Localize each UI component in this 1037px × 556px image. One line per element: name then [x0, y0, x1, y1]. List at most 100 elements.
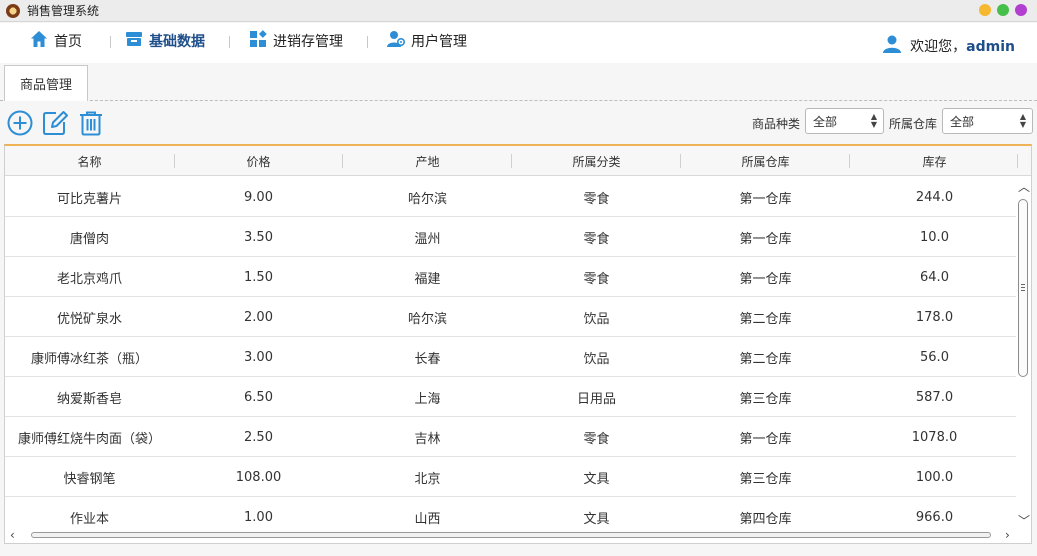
cell-category: 零食 [583, 431, 610, 447]
main-nav: 首页 基础数据 进销存管理 用户管理 欢迎您，admin [0, 23, 1037, 63]
cell-origin: 山西 [414, 511, 441, 527]
horizontal-scroll-thumb[interactable] [31, 532, 991, 538]
cell-stock: 10.0 [920, 229, 949, 245]
scroll-left-arrow-icon[interactable]: ‹ [10, 529, 15, 541]
grip-line [1021, 290, 1025, 291]
cell-stock: 178.0 [915, 309, 954, 325]
cell-name: 老北京鸡爪 [56, 271, 122, 287]
cell-name: 纳爱斯香皂 [56, 391, 122, 407]
cell-price: 2.50 [244, 429, 273, 445]
cell-warehouse: 第二仓库 [739, 311, 792, 327]
column-header-origin[interactable]: 产地 [343, 146, 512, 176]
edit-icon [42, 111, 68, 140]
column-header-warehouse[interactable]: 所属仓库 [681, 146, 850, 176]
cell-price: 108.00 [235, 469, 282, 485]
title-bar: 销售管理系统 [0, 0, 1037, 22]
grip-line [1021, 287, 1025, 288]
nav-item-basic-data[interactable]: 基础数据 [125, 30, 205, 52]
vertical-scroll-thumb[interactable] [1018, 199, 1028, 377]
cell-stock: 100.0 [915, 469, 954, 485]
vertical-scrollbar[interactable]: ︿ ﹀ [1016, 177, 1031, 529]
close-button[interactable] [1015, 4, 1027, 16]
tab-product-management[interactable]: 商品管理 [4, 65, 88, 101]
cell-warehouse: 第一仓库 [739, 271, 792, 287]
table-row[interactable]: 优悦矿泉水 2.00 哈尔滨 饮品 第二仓库 178.0 [5, 297, 1016, 337]
cell-category: 文具 [583, 471, 610, 487]
column-divider[interactable] [1017, 154, 1018, 168]
table-row[interactable]: 纳爱斯香皂 6.50 上海 日用品 第三仓库 587.0 [5, 377, 1016, 417]
warehouse-select[interactable]: 全部 ▲ ▼ [942, 108, 1033, 134]
app-window: 销售管理系统 首页 基础数据 进销存管理 用户管理 欢迎您，admin 商品管理… [0, 0, 1037, 556]
column-header-name[interactable]: 名称 [5, 146, 174, 176]
table-row[interactable]: 唐僧肉 3.50 温州 零食 第一仓库 10.0 [5, 217, 1016, 257]
table-row[interactable]: 康师傅红烧牛肉面（袋） 2.50 吉林 零食 第一仓库 1078.0 [5, 417, 1016, 457]
user-avatar-icon [882, 34, 902, 58]
column-header-stock[interactable]: 库存 [850, 146, 1019, 176]
cell-category: 零食 [583, 271, 610, 287]
cell-origin: 北京 [414, 471, 441, 487]
scroll-up-arrow-icon[interactable]: ︿ [1018, 181, 1030, 193]
nav-item-home[interactable]: 首页 [30, 30, 82, 52]
welcome-area: 欢迎您，admin [882, 34, 1015, 58]
add-circle-icon [7, 110, 33, 140]
table-header: 名称 价格 产地 所属分类 所属仓库 库存 [5, 146, 1031, 176]
cell-origin: 吉林 [414, 431, 441, 447]
cell-warehouse: 第三仓库 [739, 471, 792, 487]
category-select[interactable]: 全部 ▲ ▼ [805, 108, 884, 134]
minimize-button[interactable] [979, 4, 991, 16]
table-row[interactable]: 老北京鸡爪 1.50 福建 零食 第一仓库 64.0 [5, 257, 1016, 297]
cell-warehouse: 第四仓库 [739, 511, 792, 527]
nav-divider [229, 36, 230, 48]
cell-category: 文具 [583, 511, 610, 527]
cell-stock: 64.0 [920, 269, 949, 285]
cell-price: 1.50 [244, 269, 273, 285]
column-header-category[interactable]: 所属分类 [512, 146, 681, 176]
nav-item-label: 用户管理 [411, 34, 467, 50]
cell-warehouse: 第三仓库 [739, 391, 792, 407]
app-logo-icon [6, 3, 20, 18]
table-body: 可比克薯片 9.00 哈尔滨 零食 第一仓库 244.0 唐僧肉 3.50 温州… [5, 177, 1016, 529]
edit-button[interactable] [42, 110, 68, 136]
nav-item-inventory[interactable]: 进销存管理 [249, 30, 343, 52]
table-row[interactable]: 可比克薯片 9.00 哈尔滨 零食 第一仓库 244.0 [5, 177, 1016, 217]
horizontal-scrollbar[interactable]: ‹ › [5, 528, 1031, 543]
table-row[interactable]: 快睿钢笔 108.00 北京 文具 第三仓库 100.0 [5, 457, 1016, 497]
cell-stock: 1078.0 [911, 429, 958, 445]
cell-origin: 温州 [414, 231, 441, 247]
nav-item-label: 首页 [54, 34, 82, 50]
welcome-text: 欢迎您， [910, 39, 967, 55]
user-settings-icon [387, 30, 406, 52]
delete-button[interactable] [78, 110, 104, 136]
cell-stock: 587.0 [915, 389, 954, 405]
trash-icon [78, 111, 104, 140]
toolbar: 商品种类 全部 ▲ ▼ 所属仓库 全部 ▲ ▼ [0, 102, 1037, 144]
add-button[interactable] [7, 110, 33, 136]
cell-origin: 上海 [414, 391, 441, 407]
warehouse-filter-label: 所属仓库 [889, 117, 938, 131]
cell-warehouse: 第二仓库 [739, 351, 792, 367]
table-row[interactable]: 康师傅冰红茶（瓶） 3.00 长春 饮品 第二仓库 56.0 [5, 337, 1016, 377]
column-header-price[interactable]: 价格 [174, 146, 343, 176]
nav-item-label: 基础数据 [149, 34, 205, 50]
scroll-down-arrow-icon[interactable]: ﹀ [1018, 515, 1030, 527]
cell-name: 快睿钢笔 [63, 471, 116, 487]
cell-warehouse: 第一仓库 [739, 191, 792, 207]
cell-category: 饮品 [583, 311, 610, 327]
cell-origin: 福建 [414, 271, 441, 287]
nav-divider [110, 36, 111, 48]
cell-origin: 哈尔滨 [407, 191, 447, 207]
category-select-value: 全部 [813, 114, 838, 129]
nav-item-user-management[interactable]: 用户管理 [387, 30, 467, 52]
grip-line [1021, 284, 1025, 285]
cell-category: 饮品 [583, 351, 610, 367]
cell-origin: 长春 [414, 351, 441, 367]
table-row[interactable]: 作业本 1.00 山西 文具 第四仓库 966.0 [5, 497, 1016, 529]
nav-divider [367, 36, 368, 48]
username[interactable]: admin [966, 39, 1015, 55]
scroll-right-arrow-icon[interactable]: › [1005, 529, 1010, 541]
cell-category: 零食 [583, 231, 610, 247]
cell-warehouse: 第一仓库 [739, 431, 792, 447]
cell-price: 2.00 [244, 309, 273, 325]
warehouse-select-value: 全部 [950, 114, 975, 129]
maximize-button[interactable] [997, 4, 1009, 16]
